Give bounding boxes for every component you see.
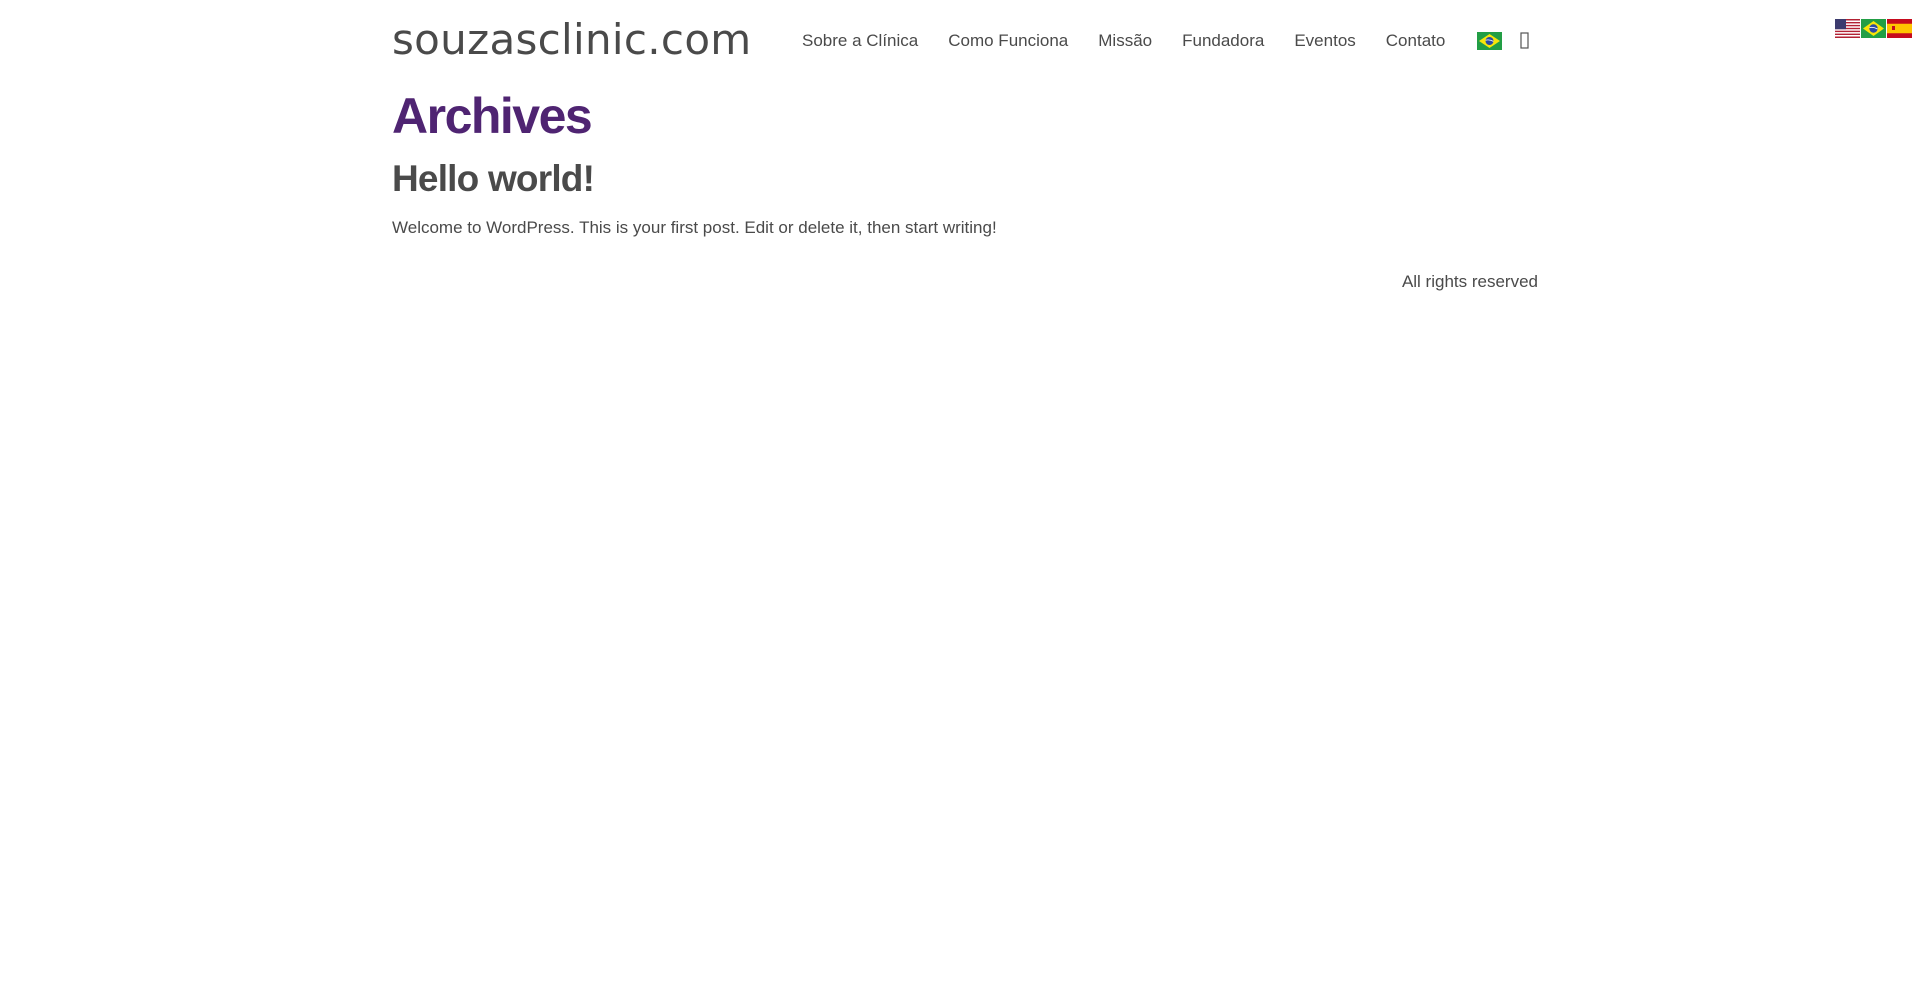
nav-item-eventos[interactable]: Eventos (1294, 31, 1355, 51)
search-icon (1520, 32, 1529, 49)
search-button[interactable] (1518, 31, 1532, 51)
archive-title: Archives (392, 88, 593, 144)
nav-item-fundadora[interactable]: Fundadora (1182, 31, 1264, 51)
us-flag-icon[interactable] (1835, 19, 1860, 38)
brazil-flag-icon[interactable] (1861, 19, 1886, 38)
spain-flag-icon[interactable] (1887, 19, 1912, 38)
nav-item-como-funciona[interactable]: Como Funciona (948, 31, 1068, 51)
nav-item-missao[interactable]: Missão (1098, 31, 1152, 51)
post-entry: Hello world! Welcome to WordPress. This … (392, 146, 1538, 240)
post-title-link[interactable]: Hello world! (392, 154, 595, 204)
site-title-link[interactable]: souzasclinic.com (392, 15, 752, 64)
brazil-flag-icon[interactable] (1477, 32, 1503, 50)
primary-nav: Sobre a Clínica Como Funciona Missão Fun… (802, 30, 1532, 52)
nav-item-sobre-a-clinica[interactable]: Sobre a Clínica (802, 31, 918, 51)
footer-copyright: All rights reserved (1401, 272, 1538, 291)
post-excerpt: Welcome to WordPress. This is your first… (392, 218, 997, 237)
main-content: Archives Hello world! Welcome to WordPre… (392, 86, 1538, 240)
site-header: souzasclinic.com Sobre a Clínica Como Fu… (392, 0, 1538, 80)
nav-item-contato[interactable]: Contato (1386, 31, 1446, 51)
page: souzasclinic.com Sobre a Clínica Como Fu… (0, 0, 1920, 993)
language-switcher (1835, 19, 1912, 38)
